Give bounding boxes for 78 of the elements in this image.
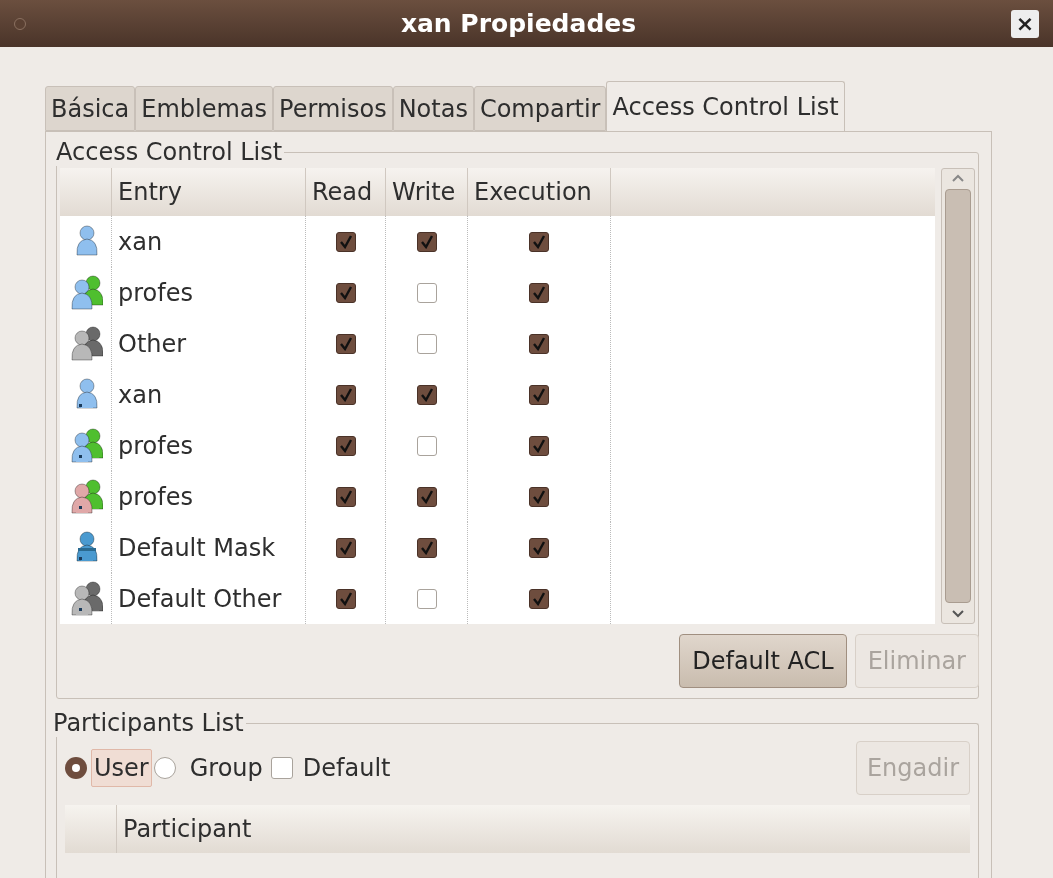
checkbox[interactable] (335, 588, 356, 609)
check-icon (532, 591, 546, 606)
close-button[interactable]: × (1011, 9, 1039, 38)
checkbox[interactable] (529, 588, 549, 609)
tab[interactable]: Permisos (273, 86, 393, 131)
checkbox[interactable] (335, 282, 356, 303)
check-icon (419, 387, 434, 402)
checkbox[interactable] (529, 435, 549, 456)
table-cell: profes (112, 267, 306, 318)
checkbox[interactable] (529, 384, 549, 405)
column-header[interactable]: Write (386, 168, 468, 216)
scrollbar[interactable] (941, 168, 975, 624)
checkbox[interactable] (416, 588, 437, 609)
check-icon (338, 489, 353, 504)
checkbox[interactable] (416, 384, 437, 405)
checkbox[interactable] (529, 486, 549, 507)
check-icon (419, 489, 434, 504)
tab[interactable]: Access Control List (606, 81, 845, 131)
check-icon (532, 438, 546, 453)
group-title: Access Control List (56, 138, 284, 166)
radio-button[interactable] (65, 757, 87, 779)
checkbox[interactable] (270, 757, 293, 779)
checkbox[interactable] (416, 486, 437, 507)
check-icon (419, 234, 434, 249)
tab[interactable]: Notas (392, 86, 474, 131)
table-cell: Other (112, 318, 306, 369)
table-cell: profes (112, 471, 306, 522)
action-button[interactable]: Default ACL (679, 634, 847, 688)
scroll-thumb[interactable] (945, 189, 971, 603)
table-cell: profes (112, 420, 306, 471)
checkbox[interactable] (416, 435, 437, 456)
table-cell: Default Mask (112, 522, 306, 573)
checkbox[interactable] (529, 537, 549, 558)
checkbox[interactable] (335, 384, 356, 405)
table-cell: Default Other (112, 573, 306, 624)
checkbox[interactable] (416, 333, 437, 354)
checkbox[interactable] (335, 333, 356, 354)
checkbox[interactable] (416, 537, 437, 558)
checkbox[interactable] (335, 537, 356, 558)
tab[interactable]: Compartir (473, 86, 607, 131)
checkbox[interactable] (529, 282, 549, 303)
check-icon (532, 336, 546, 351)
table-cell: xan (112, 216, 306, 267)
scroll-down-icon[interactable] (951, 609, 965, 619)
checkbox[interactable] (335, 231, 356, 252)
check-icon (338, 387, 353, 402)
check-icon (338, 336, 353, 351)
option-label[interactable]: Group (187, 750, 265, 786)
check-icon (532, 489, 546, 504)
check-icon (338, 234, 353, 249)
column-header[interactable]: Execution (468, 168, 611, 216)
checkbox[interactable] (416, 282, 437, 303)
check-icon (532, 540, 546, 555)
checkbox[interactable] (529, 333, 549, 354)
checkbox[interactable] (416, 231, 437, 252)
option-label[interactable]: Default (302, 750, 391, 786)
check-icon (532, 234, 546, 249)
column-header[interactable]: Read (306, 168, 386, 216)
checkbox[interactable] (529, 231, 549, 252)
radio-button[interactable] (153, 757, 176, 779)
check-icon (338, 591, 353, 606)
window-title: xan Propiedades (399, 7, 638, 40)
check-icon (338, 285, 353, 300)
option-label[interactable]: User (91, 749, 152, 787)
scroll-up-icon[interactable] (951, 173, 965, 183)
check-icon (338, 438, 353, 453)
checkbox[interactable] (335, 435, 356, 456)
check-icon (419, 540, 434, 555)
column-header[interactable]: Participant (117, 811, 258, 847)
tab[interactable]: Emblemas (135, 86, 274, 131)
check-icon (532, 285, 546, 300)
checkbox[interactable] (335, 486, 356, 507)
group-title: Participants List (53, 709, 245, 737)
tab[interactable]: Básica (45, 86, 136, 131)
column-header[interactable]: Entry (112, 168, 306, 216)
check-icon (338, 540, 353, 555)
check-icon (532, 387, 546, 402)
table-cell: xan (112, 369, 306, 420)
